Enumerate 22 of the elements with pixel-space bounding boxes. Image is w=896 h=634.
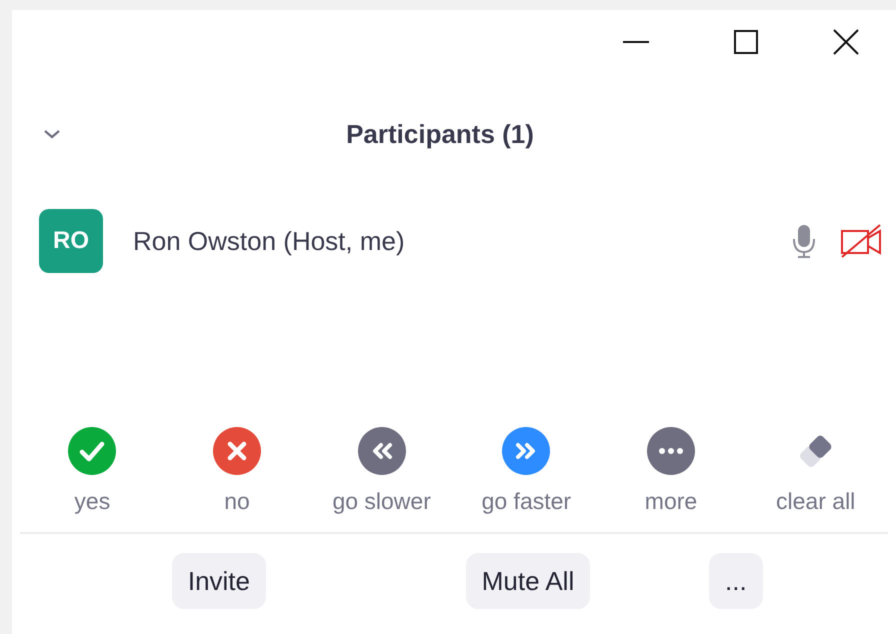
feedback-label: go slower [332,486,431,516]
cross-icon[interactable] [212,426,262,476]
feedback-label: clear all [776,486,856,516]
panel-title: Participants (1) [346,118,534,150]
close-icon[interactable] [833,29,859,55]
avatar: RO [39,209,103,273]
feedback-label: go faster [482,486,572,516]
participant-name: Ron Owston (Host, me) [133,224,406,258]
feedback-label: yes [74,486,110,516]
maximize-icon[interactable] [734,30,758,54]
feedback-label: no [224,486,250,516]
fast-forward-icon[interactable] [501,426,552,476]
more-icon[interactable] [646,426,696,476]
feedback-label: more [644,486,698,516]
video-off-icon[interactable] [840,223,882,259]
microphone-icon[interactable] [792,223,816,259]
rewind-icon[interactable] [356,426,407,476]
action-button[interactable]: Invite [172,553,266,609]
action-button[interactable]: Mute All [466,553,590,609]
check-icon[interactable] [67,426,118,476]
minimize-icon[interactable] [623,40,649,44]
more-button[interactable]: ... [709,553,763,609]
